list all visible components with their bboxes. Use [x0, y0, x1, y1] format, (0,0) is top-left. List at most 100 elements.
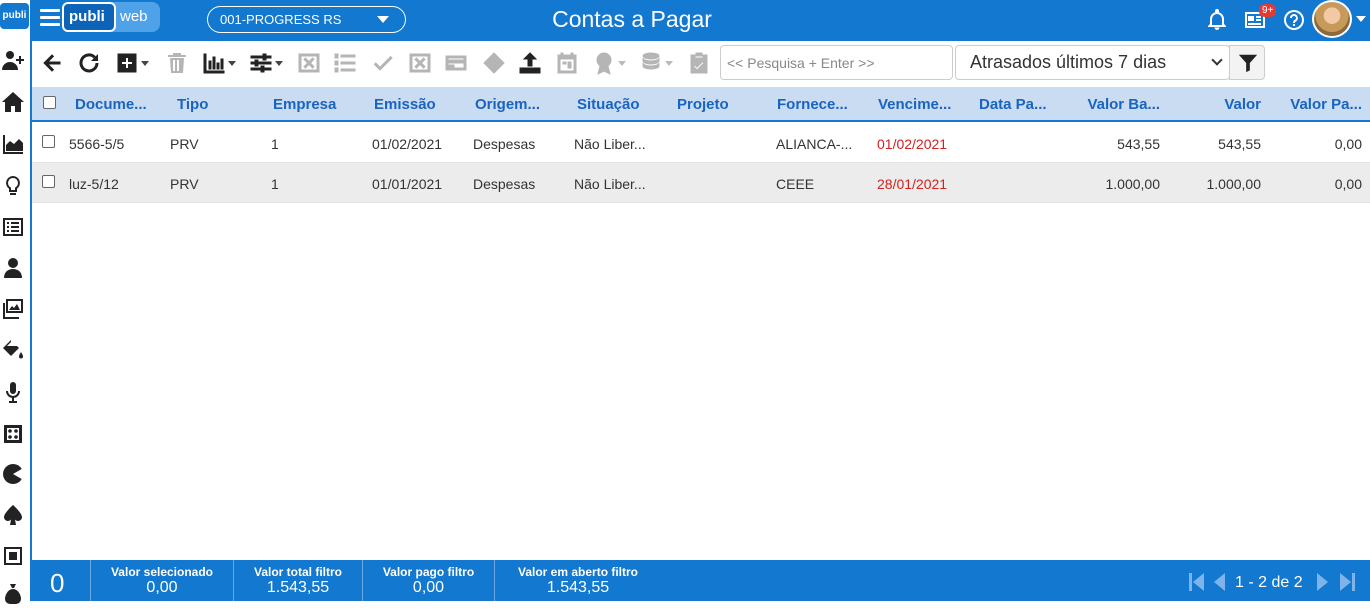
cell-valor-pago: 0,00 — [1334, 176, 1362, 192]
valor-pago-label: Valor pago filtro — [382, 565, 475, 579]
spade-icon[interactable] — [1, 503, 27, 529]
upload-icon[interactable] — [518, 51, 544, 77]
previous-page-icon[interactable] — [1211, 571, 1229, 593]
column-header-vencimento[interactable]: Vencime... — [878, 96, 960, 113]
cell-tipo: PRV — [170, 176, 199, 192]
cell-situacao: Não Liber... — [574, 136, 646, 152]
period-filter-select[interactable]: Atrasados últimos 7 dias — [955, 45, 1230, 80]
money-bag-icon[interactable] — [1, 582, 27, 608]
coins-icon[interactable] — [639, 51, 673, 77]
column-header-valor-pago[interactable]: Valor Pa... — [1272, 96, 1362, 113]
calendar-icon[interactable] — [555, 51, 581, 77]
chevron-down-icon — [377, 16, 389, 23]
cell-situacao: Não Liber... — [574, 176, 646, 192]
next-page-icon[interactable] — [1313, 571, 1331, 593]
check-icon[interactable] — [371, 51, 397, 77]
brand-name-web: web — [112, 2, 160, 32]
column-header-fornecedor[interactable]: Fornece... — [777, 96, 859, 113]
sidebar-logo[interactable]: publi — [0, 3, 29, 29]
first-page-icon[interactable] — [1188, 571, 1206, 593]
home-icon[interactable] — [1, 90, 27, 116]
user-icon[interactable] — [1, 256, 27, 282]
cell-valor-base: 543,55 — [1117, 136, 1160, 152]
cell-valor: 1.000,00 — [1206, 176, 1262, 192]
stop-square-icon[interactable] — [1, 544, 27, 570]
cell-vencimento: 01/02/2021 — [877, 136, 948, 152]
table-row[interactable]: 5566-5/5 PRV 1 01/02/2021 Despesas Não L… — [32, 123, 1370, 163]
cell-empresa: 1 — [271, 176, 279, 192]
bell-icon[interactable] — [1205, 8, 1229, 32]
cell-emissao: 01/02/2021 — [372, 136, 443, 152]
valor-selecionado-label: Valor selecionado — [110, 565, 214, 579]
clipboard-check-icon[interactable] — [687, 51, 713, 77]
list-icon[interactable] — [1, 215, 27, 241]
numbered-list-icon[interactable] — [333, 51, 359, 77]
cell-empresa: 1 — [271, 136, 279, 152]
column-header-origem[interactable]: Origem... — [475, 96, 555, 113]
cell-fornecedor: CEEE — [776, 176, 815, 192]
table-row[interactable]: luz-5/12 PRV 1 01/01/2021 Despesas Não L… — [32, 163, 1370, 203]
column-header-empresa[interactable]: Empresa — [273, 96, 353, 113]
add-icon[interactable] — [115, 51, 149, 77]
top-bar: web publi 001-PROGRESS RS Contas a Pagar — [32, 0, 1370, 41]
valor-aberto-value: 1.543,55 — [546, 579, 610, 596]
footer-summary: 0 Valor selecionado 0,00 Valor total fil… — [32, 560, 1370, 601]
diamond-icon[interactable] — [482, 51, 508, 77]
cell-emissao: 01/01/2021 — [372, 176, 443, 192]
dice-icon[interactable] — [1, 422, 27, 448]
column-header-situacao[interactable]: Situação — [577, 96, 657, 113]
menu-icon[interactable] — [40, 9, 60, 29]
help-icon[interactable] — [1282, 8, 1306, 32]
refresh-icon[interactable] — [77, 51, 103, 77]
funnel-icon — [1238, 54, 1258, 73]
back-arrow-icon[interactable] — [40, 51, 66, 77]
valor-total-block: Valor total filtro 1.543,55 — [234, 560, 363, 601]
column-header-valor-base[interactable]: Valor Ba... — [1072, 96, 1160, 113]
column-header-projeto[interactable]: Projeto — [677, 96, 757, 113]
valor-aberto-label: Valor em aberto filtro — [517, 565, 639, 579]
company-select-value: 001-PROGRESS RS — [220, 12, 342, 27]
column-header-emissao[interactable]: Emissão — [374, 96, 454, 113]
credit-card-icon[interactable] — [444, 51, 470, 77]
cancel-box-icon[interactable] — [297, 51, 323, 77]
chevron-down-icon — [1211, 54, 1223, 66]
pagination-text: 1 - 2 de 2 — [1235, 574, 1303, 591]
cell-documento: 5566-5/5 — [69, 136, 125, 152]
images-icon[interactable] — [1, 297, 27, 323]
column-header-data-pagamento[interactable]: Data Pa... — [979, 96, 1061, 113]
cell-fornecedor: ALIANCA-... — [776, 136, 853, 152]
select-all-checkbox[interactable] — [43, 96, 56, 109]
avatar-chevron-down-icon[interactable] — [1356, 16, 1366, 22]
valor-pago-value: 0,00 — [412, 579, 445, 596]
paint-bucket-icon[interactable] — [1, 338, 27, 364]
company-select[interactable]: 001-PROGRESS RS — [207, 6, 406, 33]
area-chart-icon[interactable] — [1, 132, 27, 158]
pacman-icon[interactable] — [1, 462, 27, 488]
column-header-valor[interactable]: Valor — [1172, 96, 1261, 113]
lightbulb-icon[interactable] — [1, 174, 27, 200]
microphone-icon[interactable] — [1, 380, 27, 406]
award-icon[interactable] — [592, 51, 626, 77]
page-title: Contas a Pagar — [552, 6, 712, 32]
cell-origem: Despesas — [473, 176, 536, 192]
search-input[interactable] — [720, 45, 953, 80]
bar-chart-icon[interactable] — [202, 51, 236, 77]
row-checkbox[interactable] — [42, 175, 55, 188]
trash-icon[interactable] — [165, 51, 191, 77]
cell-valor: 543,55 — [1218, 136, 1261, 152]
add-user-icon[interactable] — [1, 48, 27, 74]
brand-name-publi: publi — [62, 2, 116, 32]
cell-tipo: PRV — [170, 136, 199, 152]
column-header-documento[interactable]: Docume... — [75, 96, 157, 113]
filter-button[interactable] — [1229, 45, 1265, 80]
cell-vencimento: 28/01/2021 — [877, 176, 948, 192]
cell-valor-base: 1.000,00 — [1105, 176, 1161, 192]
cancel-box-icon-2[interactable] — [408, 51, 434, 77]
last-page-icon[interactable] — [1338, 571, 1356, 593]
column-header-tipo[interactable]: Tipo — [177, 96, 257, 113]
table-header: Docume... Tipo Empresa Emissão Origem...… — [32, 87, 1370, 122]
settings-sliders-icon[interactable] — [249, 51, 283, 77]
valor-pago-block: Valor pago filtro 0,00 — [363, 560, 495, 601]
user-avatar[interactable] — [1312, 0, 1352, 38]
row-checkbox[interactable] — [42, 135, 55, 148]
